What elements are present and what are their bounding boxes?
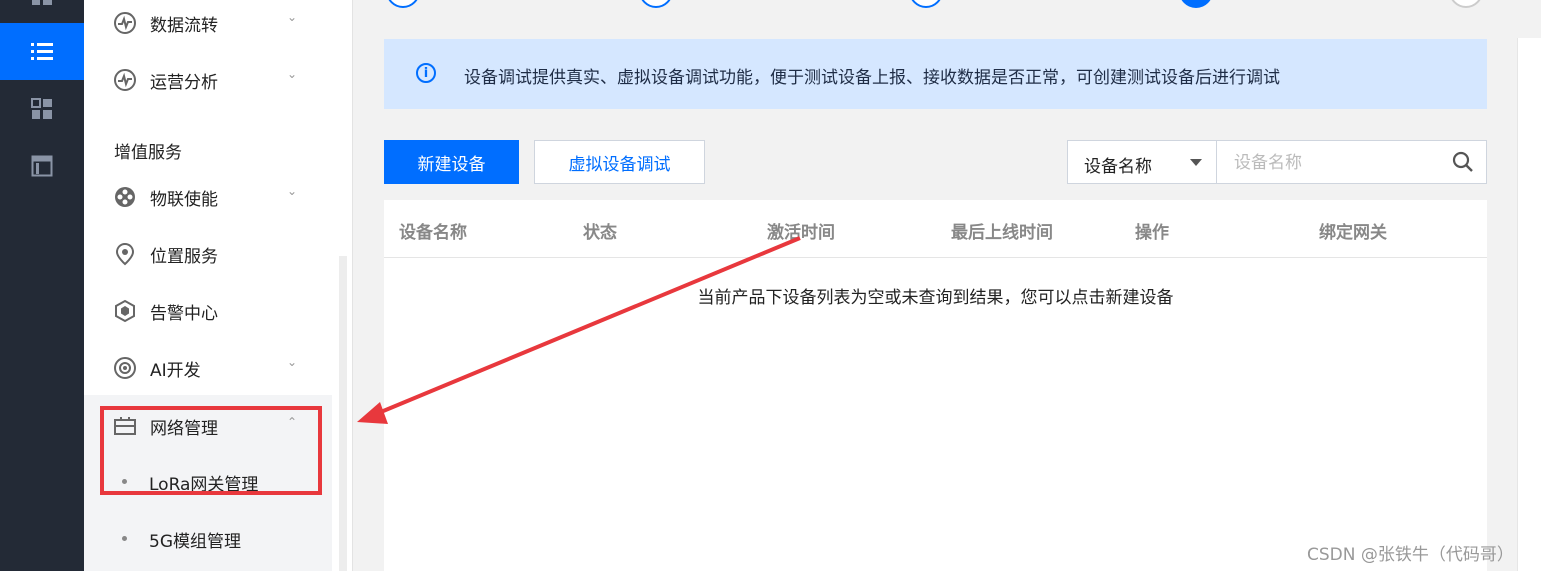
- column-header: 操作: [1135, 223, 1169, 243]
- sidebar-item-label: 数据流转: [150, 16, 218, 36]
- rail-item-grid[interactable]: [0, 80, 84, 137]
- step-indicator: [1449, 0, 1483, 8]
- search-input[interactable]: [1217, 141, 1456, 185]
- column-header: 状态: [583, 223, 617, 243]
- pulse-icon: [112, 67, 138, 93]
- step-indicator: [386, 0, 420, 8]
- sidebar-item-location[interactable]: 位置服务: [84, 233, 332, 273]
- device-table: 设备名称 状态 激活时间 最后上线时间 操作 绑定网关 当前产品下设备列表为空或…: [384, 200, 1487, 571]
- info-banner: i 设备调试提供真实、虚拟设备调试功能，便于测试设备上报、接收数据是否正常，可创…: [384, 39, 1487, 109]
- icon-rail: [0, 0, 84, 571]
- side-panel-edge: [1517, 38, 1541, 571]
- sidebar-item-label: 告警中心: [150, 304, 218, 324]
- sidebar-item-alarm-center[interactable]: 告警中心: [84, 290, 332, 330]
- submenu-item-5g-module[interactable]: 5G模组管理: [149, 527, 241, 552]
- sidebar-scrollbar[interactable]: [339, 256, 347, 571]
- chevron-down-icon: ⌄: [287, 184, 298, 198]
- rail-item-list[interactable]: [0, 23, 84, 80]
- sidebar-item-label: AI开发: [150, 361, 201, 381]
- chevron-down-icon: ⌄: [287, 67, 298, 81]
- watermark: CSDN @张铁牛（代码哥）: [1307, 545, 1514, 565]
- pulse-icon: [112, 10, 138, 36]
- sidebar-item-data-flow[interactable]: 数据流转 ⌄: [84, 2, 332, 42]
- grid-icon: [31, 97, 52, 119]
- virtual-debug-button[interactable]: 虚拟设备调试: [534, 140, 705, 184]
- chevron-down-icon: ⌄: [287, 10, 298, 24]
- list-icon: [31, 42, 53, 60]
- chevron-down-icon: ⌄: [287, 355, 298, 369]
- search-box: [1216, 140, 1487, 185]
- empty-state-text: 当前产品下设备列表为空或未查询到结果，您可以点击新建设备: [697, 288, 1174, 308]
- filter-select-value: 设备名称: [1084, 157, 1152, 177]
- dashboard-icon: [32, 0, 52, 5]
- rail-item-dashboard[interactable]: [0, 0, 84, 23]
- sidebar-item-label: 位置服务: [150, 247, 218, 267]
- table-header: 设备名称 状态 激活时间 最后上线时间 操作 绑定网关: [384, 200, 1487, 258]
- column-header: 最后上线时间: [951, 223, 1053, 243]
- column-header: 设备名称: [399, 223, 467, 243]
- sidebar-item-ops-analysis[interactable]: 运营分析 ⌄: [84, 59, 332, 99]
- sidebar-item-label: 运营分析: [150, 73, 218, 93]
- sidebar-item-ai-dev[interactable]: AI开发 ⌄: [84, 347, 332, 387]
- camera-eye-icon: [112, 355, 138, 381]
- column-header: 绑定网关: [1319, 223, 1387, 243]
- info-icon: i: [416, 63, 436, 83]
- new-device-button[interactable]: 新建设备: [384, 140, 519, 184]
- rail-item-panel[interactable]: [0, 137, 84, 194]
- sidebar-item-label: 物联使能: [150, 190, 218, 210]
- section-title-value-added: 增值服务: [114, 143, 182, 163]
- panel-icon: [31, 155, 53, 176]
- film-reel-icon: [112, 184, 138, 210]
- info-banner-text: 设备调试提供真实、虚拟设备调试功能，便于测试设备上报、接收数据是否正常，可创建测…: [464, 68, 1280, 88]
- filter-select[interactable]: 设备名称: [1067, 140, 1217, 184]
- step-indicator: [909, 0, 943, 8]
- column-header: 激活时间: [767, 223, 835, 243]
- annotation-highlight-box: [100, 406, 322, 495]
- step-indicator-active: [1179, 0, 1213, 8]
- step-indicator: [639, 0, 673, 8]
- caret-down-icon: [1190, 159, 1202, 166]
- location-pin-icon: [112, 241, 138, 267]
- search-icon[interactable]: [1452, 151, 1474, 173]
- alarm-hexagon-icon: [112, 298, 138, 324]
- bullet-dot: [122, 536, 127, 541]
- sidebar-item-iot-enablement[interactable]: 物联使能 ⌄: [84, 176, 332, 216]
